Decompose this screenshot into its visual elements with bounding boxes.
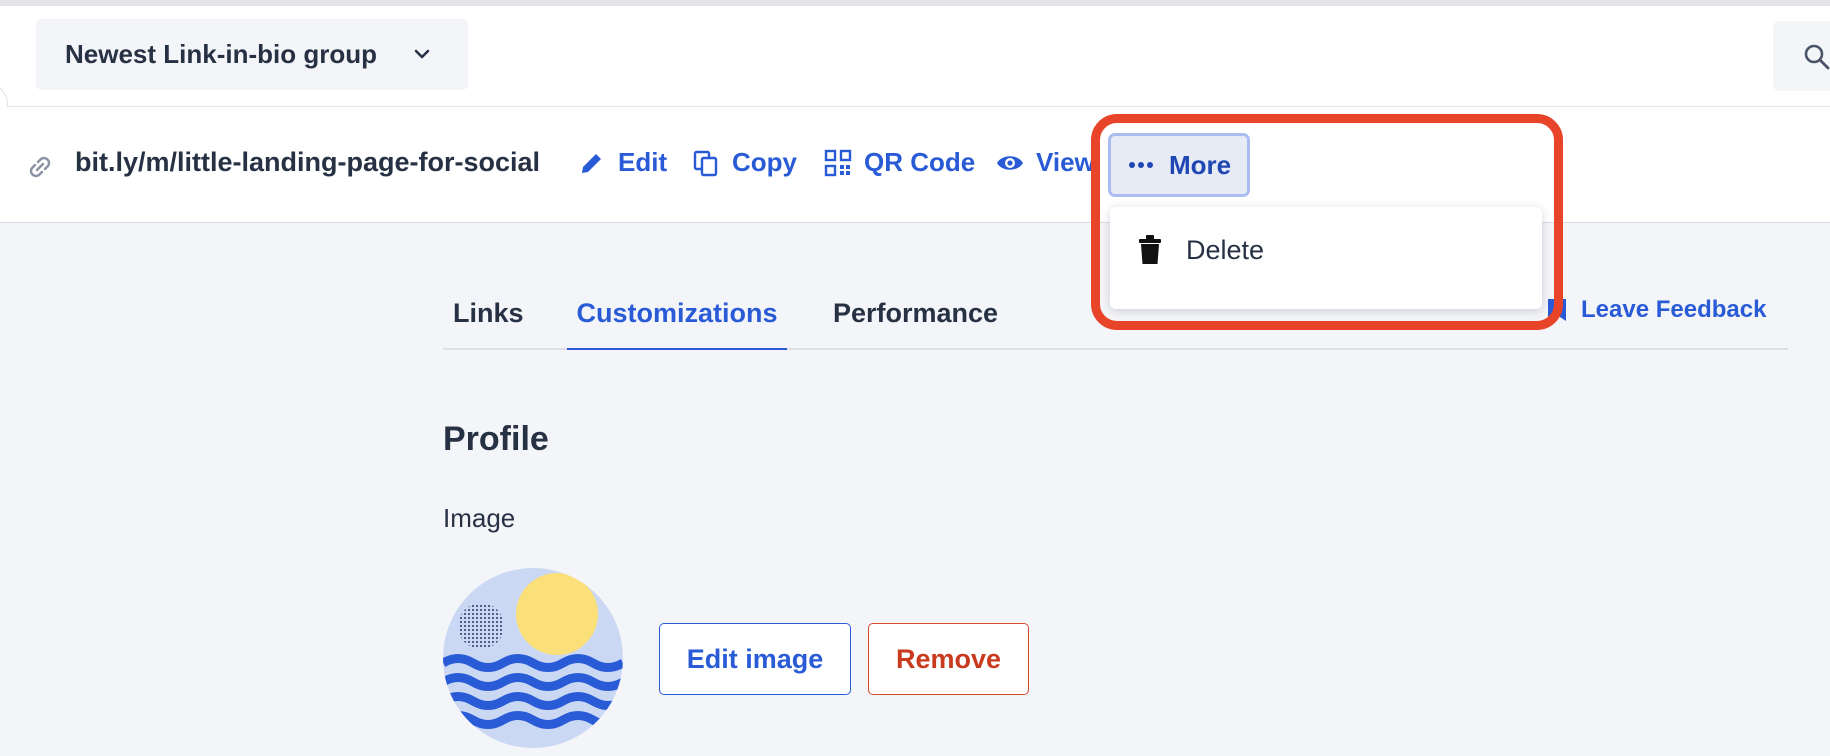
tab-performance[interactable]: Performance (833, 290, 1013, 350)
link-toolbar: bit.ly/m/little-landing-page-for-social … (0, 107, 1830, 223)
edit-button-label: Edit (618, 147, 668, 177)
copy-icon (693, 150, 718, 176)
qr-code-button[interactable]: QR Code (824, 147, 975, 178)
qr-code-button-label: QR Code (864, 147, 976, 177)
top-bar: Newest Link-in-bio group (0, 6, 1830, 107)
chevron-down-icon (414, 49, 430, 59)
profile-image (443, 568, 623, 748)
trash-icon (1139, 235, 1161, 264)
tab-links-label: Links (453, 298, 524, 328)
delete-menu-item[interactable]: Delete (1110, 207, 1542, 293)
group-selector[interactable]: Newest Link-in-bio group (36, 19, 468, 90)
search-button[interactable] (1773, 21, 1830, 91)
view-button-label: View (1036, 147, 1095, 177)
copy-button-label: Copy (732, 147, 797, 177)
view-button[interactable]: View (996, 147, 1095, 178)
profile-section-title: Profile (443, 420, 549, 458)
delete-menu-item-label: Delete (1186, 234, 1265, 265)
feedback-flag-icon (1548, 299, 1566, 321)
remove-image-button-label: Remove (895, 643, 1002, 674)
tab-customizations[interactable]: Customizations (567, 290, 787, 350)
tab-links[interactable]: Links (453, 290, 535, 350)
eye-icon (997, 155, 1023, 170)
edit-button[interactable]: Edit (578, 147, 667, 178)
image-field-label: Image (443, 503, 516, 533)
edit-image-button-label: Edit image (686, 643, 824, 674)
more-dropdown-menu: Delete (1110, 207, 1542, 309)
copy-button[interactable]: Copy (692, 147, 797, 178)
qr-code-icon (824, 149, 852, 176)
short-link-text: bit.ly/m/little-landing-page-for-social (75, 147, 541, 177)
tab-performance-label: Performance (833, 298, 999, 328)
edit-image-button[interactable]: Edit image (659, 623, 851, 695)
group-selector-label: Newest Link-in-bio group (65, 39, 377, 69)
more-button[interactable]: More (1108, 133, 1250, 197)
remove-image-button[interactable]: Remove (868, 623, 1029, 695)
link-icon (29, 156, 51, 178)
pencil-icon (582, 153, 601, 173)
tab-customizations-label: Customizations (576, 298, 778, 328)
more-button-label: More (1168, 149, 1232, 180)
search-icon (1804, 44, 1830, 70)
leave-feedback-label: Leave Feedback (1581, 296, 1767, 323)
leave-feedback-link[interactable]: Leave Feedback (1545, 296, 1766, 324)
ellipsis-icon (1128, 162, 1153, 168)
